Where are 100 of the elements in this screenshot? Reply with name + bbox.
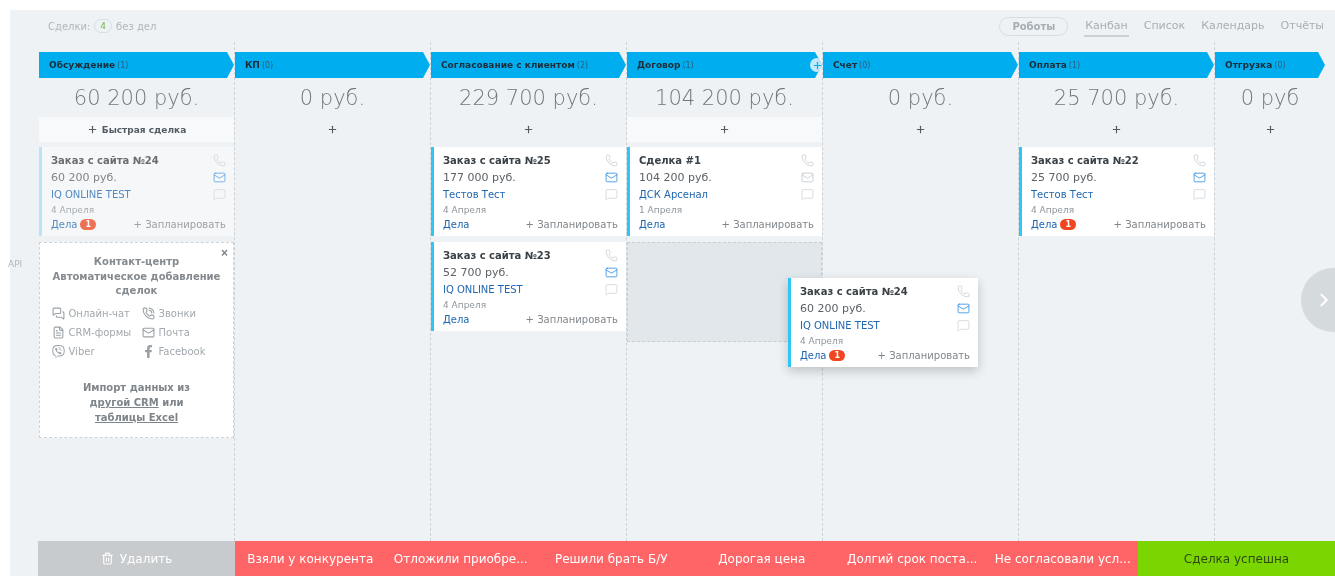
phone-icon[interactable] — [605, 154, 618, 167]
contact-link[interactable]: Тестов Тест — [443, 189, 506, 200]
deal-title: Заказ с сайта №22 — [1031, 155, 1139, 166]
channel-link[interactable]: CRM-формы — [51, 325, 142, 339]
deals-filter: без дел — [116, 20, 157, 32]
deal-card[interactable]: Заказ с сайта №25 177 000 руб. Тестов Тест 4 Апреля Дела + Запланировать — [431, 147, 626, 236]
close-deal-button[interactable]: Решили брать Б/У — [536, 541, 687, 576]
close-deal-button[interactable]: Долгий срок поста... — [837, 541, 988, 576]
stage-title: Договор — [637, 60, 681, 70]
channel-link[interactable]: Почта — [141, 325, 222, 339]
tasks-link[interactable]: Дела — [443, 314, 470, 325]
close-button[interactable]: × — [221, 247, 228, 259]
view-tab[interactable]: Отчёты — [1279, 15, 1325, 37]
tasks-count: 1 — [80, 219, 97, 230]
schedule-link[interactable]: + Запланировать — [133, 219, 226, 230]
import-link[interactable]: другой CRM — [89, 396, 159, 408]
phone-icon[interactable] — [213, 154, 226, 167]
stage-header[interactable]: Счет (0) — [823, 52, 1018, 78]
contact-link[interactable]: IQ ONLINE TEST — [800, 320, 880, 331]
stage-header[interactable]: Оплата (1) — [1019, 52, 1214, 78]
deal-card[interactable]: Заказ с сайта №24 60 200 руб. IQ ONLINE TEST 4 Апреля Дела 1 + Запланировать — [39, 147, 234, 236]
close-deal-button[interactable]: Дорогая цена — [686, 541, 837, 576]
deal-title: Заказ с сайта №25 — [443, 155, 551, 166]
chat-icon — [51, 306, 65, 320]
view-tab[interactable]: Список — [1142, 15, 1187, 37]
phone-icon[interactable] — [1193, 154, 1206, 167]
channel-link[interactable]: Звонки — [141, 306, 222, 320]
deal-card[interactable]: Сделка #1 104 200 руб. ДСК Арсенал 1 Апреля Дела + Запланировать — [627, 147, 822, 236]
tasks-link[interactable]: Дела 1 — [800, 350, 846, 361]
deal-card[interactable]: Заказ с сайта №23 52 700 руб. IQ ONLINE TEST 4 Апреля Дела + Запланировать — [431, 242, 626, 331]
mail-icon[interactable] — [957, 302, 970, 315]
stage-header[interactable]: Отгрузка (0) — [1215, 52, 1325, 78]
mail-icon[interactable] — [213, 171, 226, 184]
stage-title: Отгрузка — [1225, 60, 1273, 70]
stage-sum: 60 200 руб. — [72, 85, 201, 112]
mail-icon[interactable] — [1193, 171, 1206, 184]
mail-icon[interactable] — [605, 171, 618, 184]
tasks-link[interactable]: Дела 1 — [51, 219, 97, 230]
mail-icon[interactable] — [605, 266, 618, 279]
chat-icon[interactable] — [801, 188, 814, 201]
trash-icon — [100, 552, 114, 565]
deal-title: Заказ с сайта №23 — [443, 250, 551, 261]
phone-icon[interactable] — [801, 154, 814, 167]
contact-link[interactable]: IQ ONLINE TEST — [51, 189, 131, 200]
contact-link[interactable]: IQ ONLINE TEST — [443, 284, 523, 295]
deal-sum: 104 200 руб. — [639, 171, 712, 184]
stage-header[interactable]: КП (0) — [235, 52, 430, 78]
api-label: API — [8, 259, 23, 269]
deal-sum: 60 200 руб. — [800, 302, 866, 315]
schedule-link[interactable]: + Запланировать — [525, 314, 618, 325]
schedule-link[interactable]: + Запланировать — [721, 219, 814, 230]
close-deal-button[interactable]: Отложили приобре... — [385, 541, 536, 576]
deal-date: 4 Апреля — [1031, 205, 1076, 215]
chat-icon[interactable] — [605, 283, 618, 296]
stage-count: (1) — [117, 60, 129, 70]
deal-card[interactable]: Заказ с сайта №24 60 200 руб. IQ ONLINE TEST 4 Апреля Дела 1 + Запланировать — [788, 278, 978, 367]
deal-sum: 177 000 руб. — [443, 171, 516, 184]
deal-card[interactable]: Заказ с сайта №22 25 700 руб. Тестов Тест 4 Апреля Дела 1 + Запланировать — [1019, 147, 1214, 236]
deal-title: Заказ с сайта №24 — [800, 286, 908, 297]
channel-link[interactable]: Онлайн-чат — [51, 306, 142, 320]
widget-title: Контакт-центр Автоматическое добавление сделок — [51, 256, 222, 298]
chat-icon[interactable] — [1193, 188, 1206, 201]
deal-date: 1 Апреля — [639, 205, 684, 215]
tasks-link[interactable]: Дела — [639, 219, 666, 230]
close-deal-button[interactable]: Не согласовали усл... — [987, 541, 1138, 576]
stage-sum: 0 руб. — [886, 85, 955, 112]
schedule-link[interactable]: + Запланировать — [1113, 219, 1206, 230]
deal-title: Заказ с сайта №24 — [51, 155, 159, 166]
schedule-link[interactable]: + Запланировать — [525, 219, 618, 230]
import-link[interactable]: таблицы Excel — [94, 411, 179, 423]
stage-title: Оплата — [1029, 60, 1067, 70]
close-deal-button[interactable]: Сделка успешна — [1138, 541, 1335, 576]
stage-header[interactable]: Согласование с клиентом (2) — [431, 52, 626, 78]
channel-link[interactable]: Facebook — [141, 344, 222, 358]
mail-icon[interactable] — [801, 171, 814, 184]
add-deal-button[interactable]: Быстрая сделка — [39, 117, 234, 142]
channel-link[interactable]: Viber — [51, 344, 142, 358]
view-tab[interactable]: Календарь — [1200, 15, 1266, 37]
stage-sum: 104 200 руб. — [654, 85, 795, 112]
deal-date: 4 Апреля — [443, 300, 488, 310]
phone-icon[interactable] — [605, 249, 618, 262]
contact-link[interactable]: Тестов Тест — [1031, 189, 1094, 200]
add-deal-button[interactable] — [627, 117, 822, 142]
chat-icon[interactable] — [605, 188, 618, 201]
stage-count: (0) — [859, 60, 871, 70]
deal-title: Сделка #1 — [639, 155, 701, 166]
schedule-link[interactable]: + Запланировать — [877, 350, 970, 361]
deal-sum: 60 200 руб. — [51, 171, 117, 184]
stage-header[interactable]: Обсуждение (1) — [39, 52, 234, 78]
tasks-link[interactable]: Дела — [443, 219, 470, 230]
deal-sum: 52 700 руб. — [443, 266, 509, 279]
contact-link[interactable]: ДСК Арсенал — [639, 189, 708, 200]
chat-icon[interactable] — [957, 319, 970, 332]
tasks-link[interactable]: Дела 1 — [1031, 219, 1077, 230]
view-tab[interactable]: Канбан — [1084, 15, 1129, 37]
phone-icon[interactable] — [957, 285, 970, 298]
close-deal-button[interactable]: Взяли у конкурента — [235, 541, 386, 576]
calls-icon — [141, 306, 155, 320]
stage-header[interactable]: Договор (1) — [627, 52, 822, 78]
viber-icon — [51, 344, 65, 358]
